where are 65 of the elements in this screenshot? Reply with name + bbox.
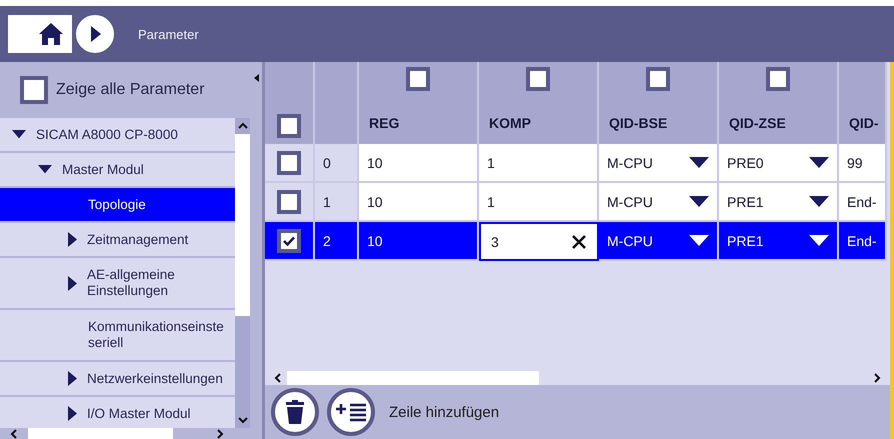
- home-button[interactable]: [8, 15, 72, 53]
- dropdown-caret-icon: [689, 235, 709, 246]
- checkbox[interactable]: [277, 150, 301, 174]
- home-icon: [38, 22, 64, 46]
- dropdown-caret-icon: [809, 235, 829, 246]
- checkmark-icon: [283, 236, 295, 246]
- scroll-left-icon[interactable]: [273, 372, 283, 382]
- caret-icon: [12, 130, 26, 139]
- checkbox[interactable]: [526, 67, 550, 91]
- dropdown-caret-icon: [809, 196, 829, 207]
- table-cell: 1: [479, 144, 599, 183]
- dropdown-cell[interactable]: PRE1: [719, 222, 839, 261]
- table-cell: 10: [359, 222, 479, 261]
- table-cell: End-: [839, 183, 887, 222]
- checkbox[interactable]: [406, 67, 430, 91]
- scroll-right-icon[interactable]: [872, 372, 882, 382]
- caret-icon: [68, 371, 77, 386]
- vertical-scrollbar[interactable]: [235, 118, 250, 428]
- row-index: 1: [315, 183, 359, 222]
- caret-icon: [68, 276, 77, 290]
- dropdown-cell[interactable]: M-CPU: [599, 183, 719, 222]
- row-index: 2: [315, 222, 359, 261]
- dropdown-cell[interactable]: PRE1: [719, 183, 839, 222]
- column-header: KOMP: [479, 102, 599, 144]
- row-index: 0: [315, 144, 359, 183]
- scroll-up-icon[interactable]: [238, 121, 248, 131]
- dropdown-cell[interactable]: M-CPU: [599, 144, 719, 183]
- trash-icon: [286, 400, 304, 424]
- checkbox-label: Zeige alle Parameter: [56, 81, 205, 99]
- checkbox[interactable]: [766, 67, 790, 91]
- caret-icon: [68, 406, 77, 421]
- table-cell: 1: [479, 183, 599, 222]
- column-header: REG: [359, 102, 479, 144]
- dropdown-cell[interactable]: PRE0: [719, 144, 839, 183]
- collapse-icon[interactable]: [254, 74, 258, 82]
- page-title: Parameter: [138, 26, 199, 42]
- scroll-left-icon[interactable]: [9, 428, 19, 438]
- input-field[interactable]: 3: [479, 222, 599, 261]
- clear-icon[interactable]: [571, 234, 587, 250]
- add-row-label: Zeile hinzufügen: [389, 404, 500, 420]
- play-icon: [90, 26, 100, 42]
- tree-item[interactable]: Topologie: [0, 188, 235, 223]
- checkbox[interactable]: [277, 228, 301, 252]
- scroll-down-icon[interactable]: [238, 415, 248, 425]
- checkbox[interactable]: [277, 190, 301, 214]
- checkbox[interactable]: [277, 114, 301, 138]
- table-cell: End-: [839, 222, 887, 261]
- caret-icon: [38, 165, 52, 174]
- column-header: QID-BSE: [599, 102, 719, 144]
- delete-button[interactable]: [271, 388, 319, 436]
- caret-icon: [68, 232, 77, 247]
- checkbox[interactable]: [20, 76, 48, 104]
- column-header: QID-: [839, 102, 887, 144]
- dropdown-caret-icon: [809, 157, 829, 168]
- table-cell: 10: [359, 183, 479, 222]
- scroll-right-icon[interactable]: [215, 428, 225, 438]
- dropdown-caret-icon: [689, 157, 709, 168]
- table-cell: 10: [359, 144, 479, 183]
- add-row-button[interactable]: [327, 388, 375, 436]
- column-header: QID-ZSE: [719, 102, 839, 144]
- add-list-icon: [336, 402, 366, 422]
- dropdown-cell[interactable]: M-CPU: [599, 222, 719, 261]
- checkbox[interactable]: [646, 67, 670, 91]
- dropdown-caret-icon: [689, 196, 709, 207]
- table-cell: 99: [839, 144, 887, 183]
